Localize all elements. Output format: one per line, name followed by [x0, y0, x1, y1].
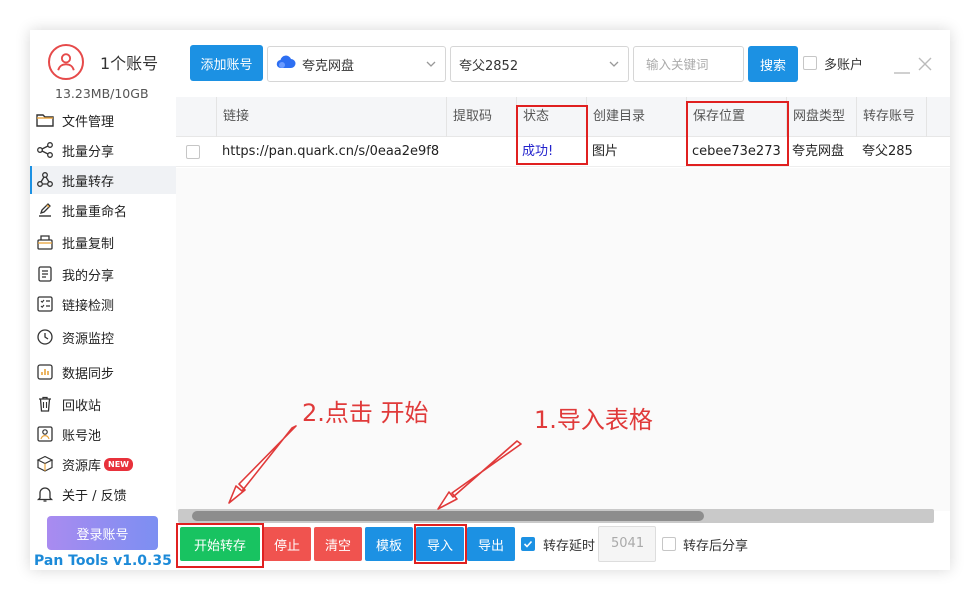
cell-link: https://pan.quark.cn/s/0eaa2e9f8 [222, 144, 440, 159]
share-after-transfer-checkbox[interactable] [662, 537, 676, 551]
table-empty-area [176, 168, 950, 511]
minimize-icon[interactable] [894, 63, 910, 78]
header-save-location[interactable]: 保存位置 [686, 97, 786, 137]
copy-icon [36, 233, 54, 251]
sidebar-item-batch-copy[interactable]: 批量复制 [30, 228, 176, 256]
header-code[interactable]: 提取码 [446, 97, 516, 137]
app-window: 1个账号 13.23MB/10GB 文件管理 批量分享 批量转存 批量重命名 批… [30, 30, 950, 570]
export-button[interactable]: 导出 [467, 527, 515, 561]
sidebar-item-label: 批量分享 [62, 144, 115, 160]
chevron-down-icon [425, 58, 437, 74]
keyword-search-input[interactable] [633, 46, 744, 82]
folder-icon [36, 111, 54, 129]
table-row[interactable]: https://pan.quark.cn/s/0eaa2e9f8 成功! 图片 … [176, 137, 950, 167]
sidebar-item-label: 资源库 [62, 458, 102, 474]
cell-save-location: cebee73e273 [692, 144, 781, 159]
transfer-delay-checkbox[interactable] [521, 537, 535, 551]
scrollbar-thumb[interactable] [192, 511, 704, 521]
chevron-down-icon [608, 58, 620, 74]
share-after-transfer-label: 转存后分享 [683, 539, 749, 554]
sidebar-item-about-feedback[interactable]: 关于 / 反馈 [30, 480, 176, 508]
share-icon [36, 141, 54, 159]
add-account-button[interactable]: 添加账号 [190, 45, 263, 81]
cell-create-dir: 图片 [592, 144, 619, 159]
sidebar-item-label: 资源监控 [62, 331, 115, 347]
row-checkbox[interactable] [186, 145, 200, 159]
header-status[interactable]: 状态 [516, 97, 586, 137]
sidebar-item-label: 链接检测 [62, 298, 115, 314]
sidebar-item-file-manager[interactable]: 文件管理 [30, 106, 176, 134]
storage-usage: 13.23MB/10GB [55, 86, 149, 101]
transfer-delay-input[interactable]: 5041 [598, 526, 656, 562]
horizontal-scrollbar[interactable] [178, 509, 934, 523]
account-header: 1个账号 [48, 44, 158, 80]
sidebar-item-label: 我的分享 [62, 268, 115, 284]
account-select[interactable]: 夸父2852 [450, 46, 629, 82]
annotation-step1: 1.导入表格 [534, 406, 653, 434]
sidebar-item-label: 账号池 [62, 428, 102, 444]
start-transfer-button[interactable]: 开始转存 [180, 527, 260, 561]
sidebar-item-resource-library[interactable]: 资源库 NEW [30, 450, 176, 478]
trash-icon [36, 395, 54, 413]
account-pool-icon [36, 425, 54, 443]
sidebar-item-account-pool[interactable]: 账号池 [30, 420, 176, 448]
transfer-delay-label: 转存延时 [543, 539, 596, 554]
sidebar-item-data-sync[interactable]: 数据同步 [30, 358, 176, 386]
library-icon [36, 455, 54, 473]
cell-drive-type: 夸克网盘 [792, 144, 845, 159]
sidebar-item-label: 数据同步 [62, 366, 115, 382]
bell-icon [36, 485, 54, 503]
cell-transfer-account: 夸父285 [862, 144, 913, 159]
cell-code [446, 137, 516, 167]
sidebar-item-label: 关于 / 反馈 [62, 488, 127, 504]
import-button[interactable]: 导入 [416, 527, 464, 561]
header-drive-type[interactable]: 网盘类型 [786, 97, 856, 137]
account-select-value: 夸父2852 [459, 58, 519, 74]
transfer-table: 链接 提取码 状态 创建目录 保存位置 网盘类型 转存账号 https://pa… [176, 97, 950, 511]
stop-button[interactable]: 停止 [263, 527, 311, 561]
sidebar-item-label: 批量复制 [62, 236, 115, 252]
sync-icon [36, 363, 54, 381]
sidebar-item-resource-monitor[interactable]: 资源监控 [30, 323, 176, 351]
sidebar-item-label: 批量重命名 [62, 204, 128, 220]
sidebar-item-label: 文件管理 [62, 114, 115, 130]
rename-icon [36, 201, 54, 219]
app-version: Pan Tools v1.0.35 [34, 553, 172, 569]
link-check-icon [36, 295, 54, 313]
transfer-icon [36, 171, 54, 189]
annotation-step2: 2.点击 开始 [302, 399, 429, 427]
search-button[interactable]: 搜索 [748, 46, 798, 82]
new-badge: NEW [104, 457, 133, 471]
header-select-col [176, 97, 216, 137]
header-link[interactable]: 链接 [216, 97, 446, 137]
sidebar-item-recycle-bin[interactable]: 回收站 [30, 390, 176, 418]
clear-button[interactable]: 清空 [314, 527, 362, 561]
sidebar-item-label: 回收站 [62, 398, 102, 414]
header-transfer-account[interactable]: 转存账号 [856, 97, 926, 137]
sidebar-item-batch-rename[interactable]: 批量重命名 [30, 196, 176, 224]
multi-account-checkbox[interactable] [803, 56, 817, 70]
sidebar-item-label: 批量转存 [62, 174, 115, 190]
sidebar-item-link-check[interactable]: 链接检测 [30, 290, 176, 318]
close-icon[interactable] [918, 57, 932, 75]
sidebar: 1个账号 13.23MB/10GB 文件管理 批量分享 批量转存 批量重命名 批… [30, 30, 176, 570]
user-avatar-icon[interactable] [48, 44, 84, 80]
multi-account-label: 多账户 [824, 58, 864, 73]
quark-cloud-icon [276, 55, 296, 73]
cell-status: 成功! [522, 144, 554, 159]
sidebar-item-batch-share[interactable]: 批量分享 [30, 136, 176, 164]
account-count-title: 1个账号 [100, 54, 159, 73]
sidebar-item-batch-transfer[interactable]: 批量转存 [30, 166, 176, 194]
template-button[interactable]: 模板 [365, 527, 413, 561]
drive-type-value: 夸克网盘 [302, 58, 355, 74]
sidebar-item-my-share[interactable]: 我的分享 [30, 260, 176, 288]
header-create-dir[interactable]: 创建目录 [586, 97, 686, 137]
header-overflow [926, 97, 950, 137]
login-account-button[interactable]: 登录账号 [47, 516, 158, 550]
drive-type-select[interactable]: 夸克网盘 [267, 46, 446, 82]
my-share-icon [36, 265, 54, 283]
table-header: 链接 提取码 状态 创建目录 保存位置 网盘类型 转存账号 [176, 97, 950, 137]
monitor-icon [36, 328, 54, 346]
